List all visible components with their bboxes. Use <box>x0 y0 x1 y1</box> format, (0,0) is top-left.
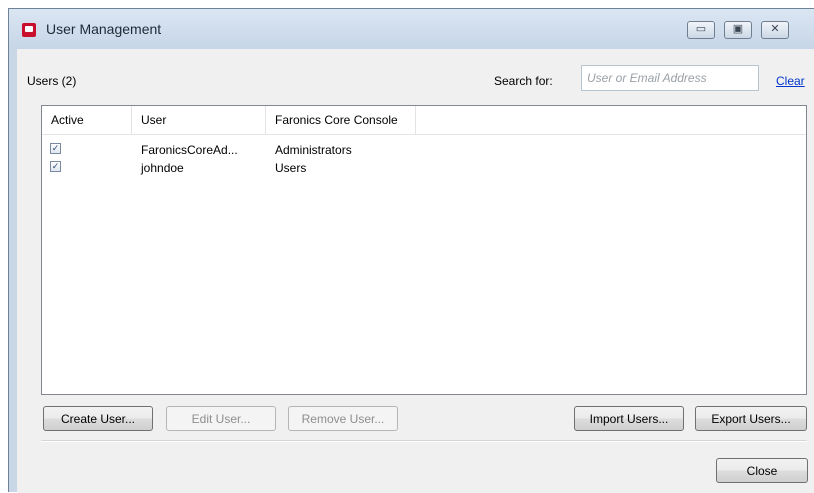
user-cell: johndoe <box>141 161 184 175</box>
remove-user-button[interactable]: Remove User... <box>288 406 398 431</box>
separator <box>41 440 807 442</box>
search-label: Search for: <box>494 74 553 88</box>
console-cell: Administrators <box>275 143 352 157</box>
user-cell: FaronicsCoreAd... <box>141 143 238 157</box>
app-icon <box>22 23 36 37</box>
table-row[interactable]: ✓ johndoe Users <box>42 159 806 177</box>
minimize-button[interactable]: ▭ <box>687 21 715 39</box>
clear-link[interactable]: Clear <box>776 74 805 88</box>
title-bar[interactable]: User Management ▭ ▣ ✕ <box>9 9 814 49</box>
maximize-icon: ▣ <box>732 23 744 35</box>
window-title: User Management <box>46 21 162 37</box>
active-checkbox[interactable]: ✓ <box>50 161 61 172</box>
import-users-button[interactable]: Import Users... <box>574 406 684 431</box>
column-header-console[interactable]: Faronics Core Console <box>266 106 416 134</box>
minimize-icon: ▭ <box>695 23 707 35</box>
list-header: Active User Faronics Core Console <box>42 106 806 135</box>
close-icon: ✕ <box>770 23 780 35</box>
maximize-button[interactable]: ▣ <box>724 21 752 39</box>
dialog-content: Users (2) Search for: Clear Active User … <box>17 49 814 493</box>
active-checkbox[interactable]: ✓ <box>50 143 61 154</box>
search-input[interactable] <box>581 65 759 91</box>
column-header-active[interactable]: Active <box>42 106 132 134</box>
users-list[interactable]: Active User Faronics Core Console ✓ Faro… <box>41 105 807 395</box>
console-cell: Users <box>275 161 307 175</box>
export-users-button[interactable]: Export Users... <box>695 406 807 431</box>
edit-user-button[interactable]: Edit User... <box>166 406 276 431</box>
column-header-user[interactable]: User <box>132 106 266 134</box>
close-button[interactable]: Close <box>716 458 808 483</box>
user-management-window: User Management ▭ ▣ ✕ Users (2) Search f… <box>8 8 814 493</box>
create-user-button[interactable]: Create User... <box>43 406 153 431</box>
table-row[interactable]: ✓ FaronicsCoreAd... Administrators <box>42 141 806 159</box>
close-window-button[interactable]: ✕ <box>761 21 789 39</box>
users-count-label: Users (2) <box>27 74 77 88</box>
